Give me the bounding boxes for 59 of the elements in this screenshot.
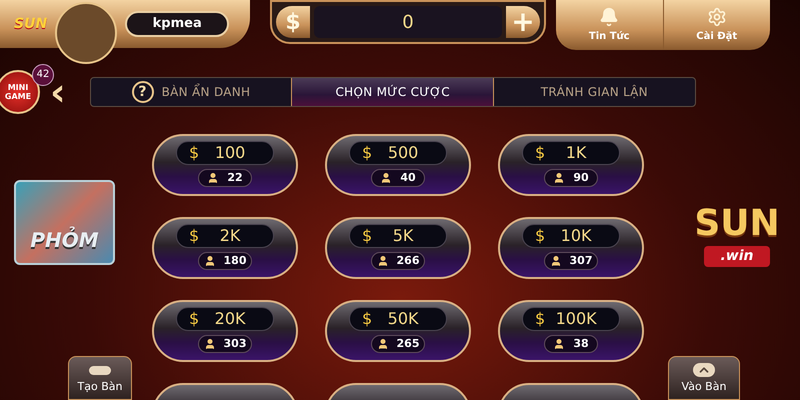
currency-symbol: $ xyxy=(535,308,546,330)
bet-amount: 100 xyxy=(214,142,246,164)
logo: SUN xyxy=(14,14,48,34)
player-count: 180 xyxy=(224,252,246,269)
help-icon[interactable]: ? xyxy=(132,81,154,103)
player-count: 266 xyxy=(396,252,420,269)
bet-card[interactable]: $ 1K 90 xyxy=(498,134,644,196)
currency-symbol: $ xyxy=(535,225,546,247)
bell-icon xyxy=(599,6,620,26)
bet-amount: 10K xyxy=(560,225,593,247)
join-table-button[interactable]: Vào Bàn xyxy=(668,356,740,400)
bet-amount: 20K xyxy=(214,308,247,330)
currency-symbol: $ xyxy=(362,225,372,247)
player-count: 22 xyxy=(227,170,243,186)
bet-amount: 500 xyxy=(386,142,420,164)
person-icon xyxy=(204,338,216,350)
tab[interactable]: CHỌN MỨC CƯỢC xyxy=(291,78,494,106)
bet-card[interactable]: $ 10K 307 xyxy=(498,217,644,279)
currency-symbol: $ xyxy=(362,308,372,330)
person-icon xyxy=(204,255,216,267)
currency-symbol: $ xyxy=(189,225,200,247)
currency-symbol: $ xyxy=(535,142,546,164)
bet-amount: 5K xyxy=(392,225,414,247)
bet-amount: 2K xyxy=(218,225,242,247)
create-table-button[interactable]: Tạo Bàn xyxy=(68,356,132,400)
person-icon xyxy=(380,172,392,184)
balance-field: 0 xyxy=(314,6,502,38)
settings-icon xyxy=(706,6,727,26)
bet-card[interactable]: $ 5K 266 xyxy=(325,217,471,279)
person-icon xyxy=(207,172,220,184)
bet-card[interactable]: $ 2K 180 xyxy=(152,217,298,279)
username-field: kpmea xyxy=(125,11,230,37)
brand-logo: SUN .win xyxy=(682,192,792,280)
bet-card[interactable]: $ 100 22 xyxy=(152,134,298,196)
player-count: 303 xyxy=(224,336,246,352)
player-count: 265 xyxy=(396,336,420,352)
bet-amount: 100K xyxy=(554,308,598,330)
person-icon xyxy=(376,338,389,350)
bet-card[interactable]: $ 50K 265 xyxy=(325,300,471,362)
bet-card[interactable]: $ 20K 303 xyxy=(152,300,298,362)
chevron-up-icon xyxy=(693,362,715,376)
tab[interactable]: TRÁNH GIAN LẬN xyxy=(494,78,695,106)
currency-symbol: $ xyxy=(362,142,372,164)
player-count: 40 xyxy=(400,170,416,186)
bet-card[interactable]: $ 100K 38 xyxy=(498,300,644,362)
person-icon xyxy=(553,338,566,350)
person-icon xyxy=(553,172,566,184)
currency-symbol: $ xyxy=(189,308,200,330)
bet-amount: 1K xyxy=(564,142,588,164)
tab[interactable]: ? BÀN ẨN DANH xyxy=(90,78,292,106)
player-count: 38 xyxy=(573,336,589,352)
person-icon xyxy=(550,255,562,267)
player-count: 90 xyxy=(573,170,589,186)
bet-card[interactable]: $ 500 40 xyxy=(325,134,471,196)
person-icon xyxy=(376,255,389,267)
bet-amount: 50K xyxy=(386,308,420,330)
player-count: 307 xyxy=(570,252,592,269)
currency-symbol: $ xyxy=(189,142,200,164)
notification-badge: 42 xyxy=(32,64,54,86)
